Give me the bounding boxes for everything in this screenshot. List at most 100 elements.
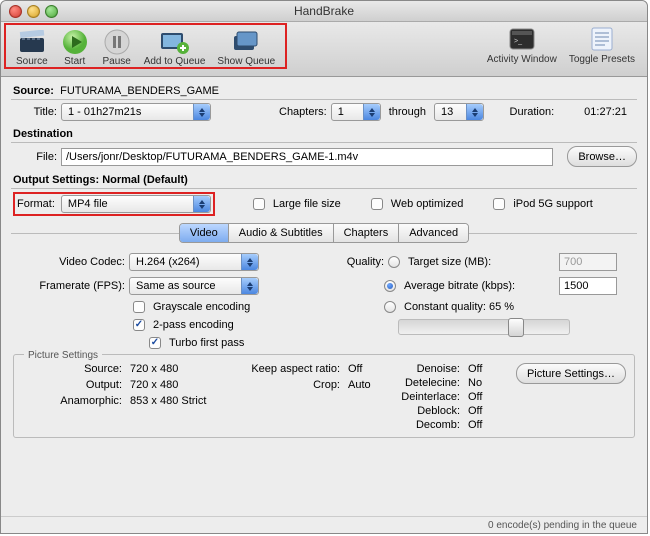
format-select[interactable]: MP4 file [61,195,211,213]
tab-advanced-label: Advanced [409,227,458,239]
large-file-label: Large file size [273,198,341,210]
tab-audio[interactable]: Audio & Subtitles [229,224,334,242]
title-label: Title: [25,106,57,118]
picture-settings-button-label: Picture Settings… [527,368,615,380]
dropdown-arrows-icon [241,278,258,294]
avg-bitrate-input[interactable] [559,277,617,295]
activity-window-button[interactable]: >_ Activity Window [481,25,563,65]
toolbar-left-highlight: Source Start Pause Add to Queue [4,23,287,69]
start-label: Start [64,56,85,67]
format-value: MP4 file [68,198,108,210]
show-queue-button[interactable]: Show Queue [211,28,281,67]
toggle-presets-button[interactable]: Toggle Presets [563,25,641,65]
pic-crop-label: Crop: [240,379,348,391]
pic-deinterlace-label: Deinterlace: [380,391,468,403]
source-section-label: Source: [13,85,54,97]
minimize-icon[interactable] [27,5,40,18]
close-icon[interactable] [9,5,22,18]
start-button[interactable]: Start [54,28,96,67]
title-value: 1 - 01h27m21s [68,106,141,118]
pic-crop-value: Auto [348,379,378,391]
browse-label: Browse… [578,151,626,163]
tab-audio-label: Audio & Subtitles [239,227,323,239]
pic-decomb-value: Off [468,419,498,431]
chapters-label: Chapters: [279,106,327,118]
avg-bitrate-radio[interactable] [384,280,396,292]
codec-value: H.264 (x264) [136,256,200,268]
duration-value: 01:27:21 [584,106,627,118]
add-to-queue-button[interactable]: Add to Queue [138,28,212,67]
tab-chapters[interactable]: Chapters [334,224,400,242]
title-select[interactable]: 1 - 01h27m21s [61,103,211,121]
tab-advanced[interactable]: Advanced [399,224,468,242]
presets-icon [587,25,617,53]
picture-settings-group: Picture Settings Source:720 x 480 Output… [13,354,635,438]
target-size-label: Target size (MB): [408,256,491,268]
target-size-input[interactable] [559,253,617,271]
web-optimized-label: Web optimized [391,198,464,210]
pic-deblock-value: Off [468,405,498,417]
turbo-checkbox[interactable] [149,337,161,349]
browse-button[interactable]: Browse… [567,146,637,167]
chapter-to-select[interactable]: 13 [434,103,484,121]
dropdown-arrows-icon [193,196,210,212]
output-section: Output Settings: Normal (Default) [11,170,637,189]
grayscale-checkbox[interactable] [133,301,145,313]
framerate-label: Framerate (FPS): [25,280,125,292]
dropdown-arrows-icon [466,104,483,120]
framerate-value: Same as source [136,280,215,292]
ipod-checkbox[interactable] [493,198,505,210]
pic-source-label: Source: [22,363,130,375]
picture-title: Picture Settings [24,350,102,361]
pic-output-label: Output: [22,379,130,391]
source-button[interactable]: Source [10,28,54,67]
pic-source-value: 720 x 480 [130,363,210,375]
clapper-icon [17,28,47,55]
web-optimized-checkbox[interactable] [371,198,383,210]
picture-settings-button[interactable]: Picture Settings… [516,363,626,384]
app-window: HandBrake Source Start Pause [0,0,648,534]
file-label: File: [25,151,57,163]
dropdown-arrows-icon [193,104,210,120]
pic-output-value: 720 x 480 [130,379,210,391]
destination-section: Destination [11,124,637,143]
tab-video[interactable]: Video [180,224,229,242]
quality-label: Quality: [324,256,384,268]
pic-detelecine-value: No [468,377,498,389]
constant-quality-radio[interactable] [384,301,396,313]
file-input[interactable] [61,148,553,166]
target-size-radio[interactable] [388,256,400,268]
terminal-icon: >_ [507,25,537,53]
pause-button[interactable]: Pause [96,28,138,67]
activity-window-label: Activity Window [487,54,557,65]
grayscale-label: Grayscale encoding [153,301,250,313]
add-queue-icon [160,28,190,55]
source-name: FUTURAMA_BENDERS_GAME [60,85,219,97]
pic-decomb-label: Decomb: [380,419,468,431]
add-queue-label: Add to Queue [144,56,206,67]
slider-thumb-icon[interactable] [508,318,524,337]
pause-label: Pause [103,56,131,67]
quality-slider[interactable] [398,319,570,335]
chapter-from-select[interactable]: 1 [331,103,381,121]
zoom-icon[interactable] [45,5,58,18]
pic-deblock-label: Deblock: [380,405,468,417]
dropdown-arrows-icon [241,254,258,270]
tab-video-label: Video [190,227,218,239]
framerate-select[interactable]: Same as source [129,277,259,295]
pic-anamorphic-label: Anamorphic: [22,395,130,407]
show-queue-label: Show Queue [217,56,275,67]
turbo-label: Turbo first pass [169,337,244,349]
through-label: through [385,106,430,118]
chapter-to: 13 [441,106,453,118]
two-pass-checkbox[interactable] [133,319,145,331]
pic-deinterlace-value: Off [468,391,498,403]
titlebar: HandBrake [1,1,647,22]
codec-select[interactable]: H.264 (x264) [129,253,259,271]
large-file-checkbox[interactable] [253,198,265,210]
toolbar-right: >_ Activity Window Toggle Presets [481,22,647,65]
codec-label: Video Codec: [25,256,125,268]
avg-bitrate-label: Average bitrate (kbps): [404,280,515,292]
video-panel: Video Codec: H.264 (x264) Framerate (FPS… [11,249,637,438]
svg-text:>_: >_ [514,38,522,45]
